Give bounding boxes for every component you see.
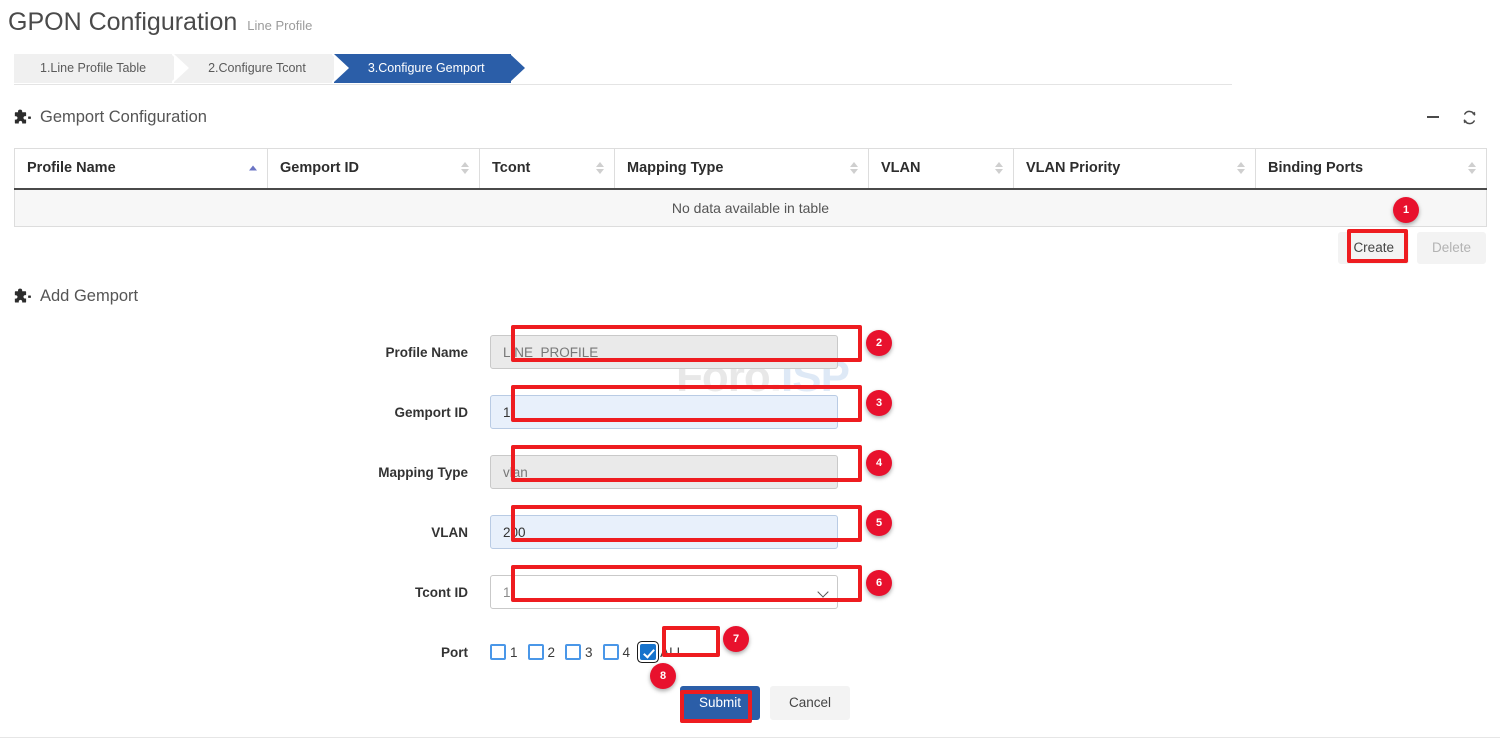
label-gemport-id: Gemport ID [0,405,490,420]
gemport-table-head: Profile Name Gemport ID Tcont Mapping Ty… [15,149,1487,189]
cancel-button[interactable]: Cancel [770,686,850,720]
add-gemport-form: Profile Name Gemport ID Mapping Type VLA… [0,322,1500,682]
sort-indicator-vlan[interactable] [995,162,1003,174]
gemport-configuration-header: Gemport Configuration [14,108,207,127]
port-checkbox-1[interactable] [490,644,506,660]
column-label-gemport-id: Gemport ID [280,160,359,176]
column-header-binding-ports[interactable]: Binding Ports [1256,149,1487,189]
annotation-badge-5: 5 [866,510,892,536]
column-header-mapping-type[interactable]: Mapping Type [615,149,869,189]
column-label-profile-name: Profile Name [27,160,116,176]
annotation-badge-7: 7 [723,626,749,652]
tcont-id-select[interactable] [490,575,838,609]
annotation-badge-3: 3 [866,390,892,416]
sort-indicator-tcont[interactable] [596,162,604,174]
port-item-2: 2 [528,644,556,660]
add-gemport-header: Add Gemport [14,287,138,306]
gemport-table-body: No data available in table [15,189,1487,227]
port-label-4: 4 [623,645,631,660]
sort-indicator-gemport-id[interactable] [461,162,469,174]
annotation-badge-6: 6 [866,570,892,596]
form-row-profile-name: Profile Name [0,322,1500,382]
annotation-badge-1: 1 [1393,197,1419,223]
port-label-1: 1 [510,645,518,660]
column-label-vlan: VLAN [881,160,920,176]
gemport-id-input[interactable] [490,395,838,429]
annotation-badge-2: 2 [866,330,892,356]
wizard-step-1[interactable]: 1.Line Profile Table [14,54,172,83]
port-checkbox-4[interactable] [603,644,619,660]
label-profile-name: Profile Name [0,345,490,360]
page-title: GPON Configuration [8,10,237,35]
column-label-mapping-type: Mapping Type [627,160,723,176]
form-row-mapping-type: Mapping Type [0,442,1500,502]
port-checkbox-all[interactable] [640,644,656,660]
gpon-configuration-page: Foro.ISP GPON Configuration Line Profile… [0,0,1500,744]
step-wizard: 1.Line Profile Table 2.Configure Tcont 3… [14,54,513,83]
label-port: Port [0,645,490,660]
table-action-buttons: Create Delete [1338,232,1486,264]
submit-button[interactable]: Submit [680,686,760,720]
minimize-icon[interactable] [1424,108,1442,126]
port-checkbox-2[interactable] [528,644,544,660]
puzzle-icon [14,288,31,305]
sort-indicator-mapping-type[interactable] [850,162,858,174]
table-empty-row: No data available in table [15,189,1487,227]
column-header-vlan[interactable]: VLAN [869,149,1014,189]
sort-indicator-profile-name[interactable] [249,166,257,171]
page-subtitle: Line Profile [247,18,312,33]
sort-indicator-binding-ports[interactable] [1468,162,1476,174]
label-vlan: VLAN [0,525,490,540]
mapping-type-input[interactable] [490,455,838,489]
column-header-tcont[interactable]: Tcont [480,149,615,189]
gemport-table-wrapper: Profile Name Gemport ID Tcont Mapping Ty… [14,148,1486,227]
panel-controls [1424,108,1478,126]
form-row-gemport-id: Gemport ID [0,382,1500,442]
annotation-badge-4: 4 [866,450,892,476]
form-action-buttons: Submit Cancel [0,686,1500,720]
gemport-table: Profile Name Gemport ID Tcont Mapping Ty… [14,148,1487,227]
port-label-all: ALL [660,645,684,660]
port-item-all: ALL [640,644,684,660]
profile-name-input[interactable] [490,335,838,369]
page-header: GPON Configuration Line Profile [8,10,312,35]
port-label-2: 2 [548,645,556,660]
sort-indicator-vlan-priority[interactable] [1237,162,1245,174]
delete-button: Delete [1417,232,1486,264]
label-mapping-type: Mapping Type [0,465,490,480]
table-empty-message: No data available in table [15,189,1487,227]
wizard-step-3[interactable]: 3.Configure Gemport [334,54,511,83]
add-gemport-title: Add Gemport [40,287,138,306]
port-item-4: 4 [603,644,631,660]
port-item-1: 1 [490,644,518,660]
column-header-profile-name[interactable]: Profile Name [15,149,268,189]
form-row-tcont-id: Tcont ID [0,562,1500,622]
gemport-configuration-title: Gemport Configuration [40,108,207,127]
table-header-row: Profile Name Gemport ID Tcont Mapping Ty… [15,149,1487,189]
column-header-vlan-priority[interactable]: VLAN Priority [1014,149,1256,189]
port-item-3: 3 [565,644,593,660]
wizard-underline [14,84,1232,85]
vlan-input[interactable] [490,515,838,549]
column-header-gemport-id[interactable]: Gemport ID [268,149,480,189]
column-label-vlan-priority: VLAN Priority [1026,160,1120,176]
create-button[interactable]: Create [1338,232,1409,264]
port-checkbox-3[interactable] [565,644,581,660]
tcont-id-select-wrapper [490,575,838,609]
wizard-step-2[interactable]: 2.Configure Tcont [174,54,332,83]
column-label-binding-ports: Binding Ports [1268,160,1363,176]
bottom-divider [0,737,1500,738]
annotation-badge-8: 8 [650,663,676,689]
label-tcont-id: Tcont ID [0,585,490,600]
form-row-port: Port 1 2 3 4 [0,622,1500,682]
form-row-vlan: VLAN [0,502,1500,562]
port-label-3: 3 [585,645,593,660]
puzzle-icon [14,109,31,126]
refresh-icon[interactable] [1460,108,1478,126]
column-label-tcont: Tcont [492,160,530,176]
